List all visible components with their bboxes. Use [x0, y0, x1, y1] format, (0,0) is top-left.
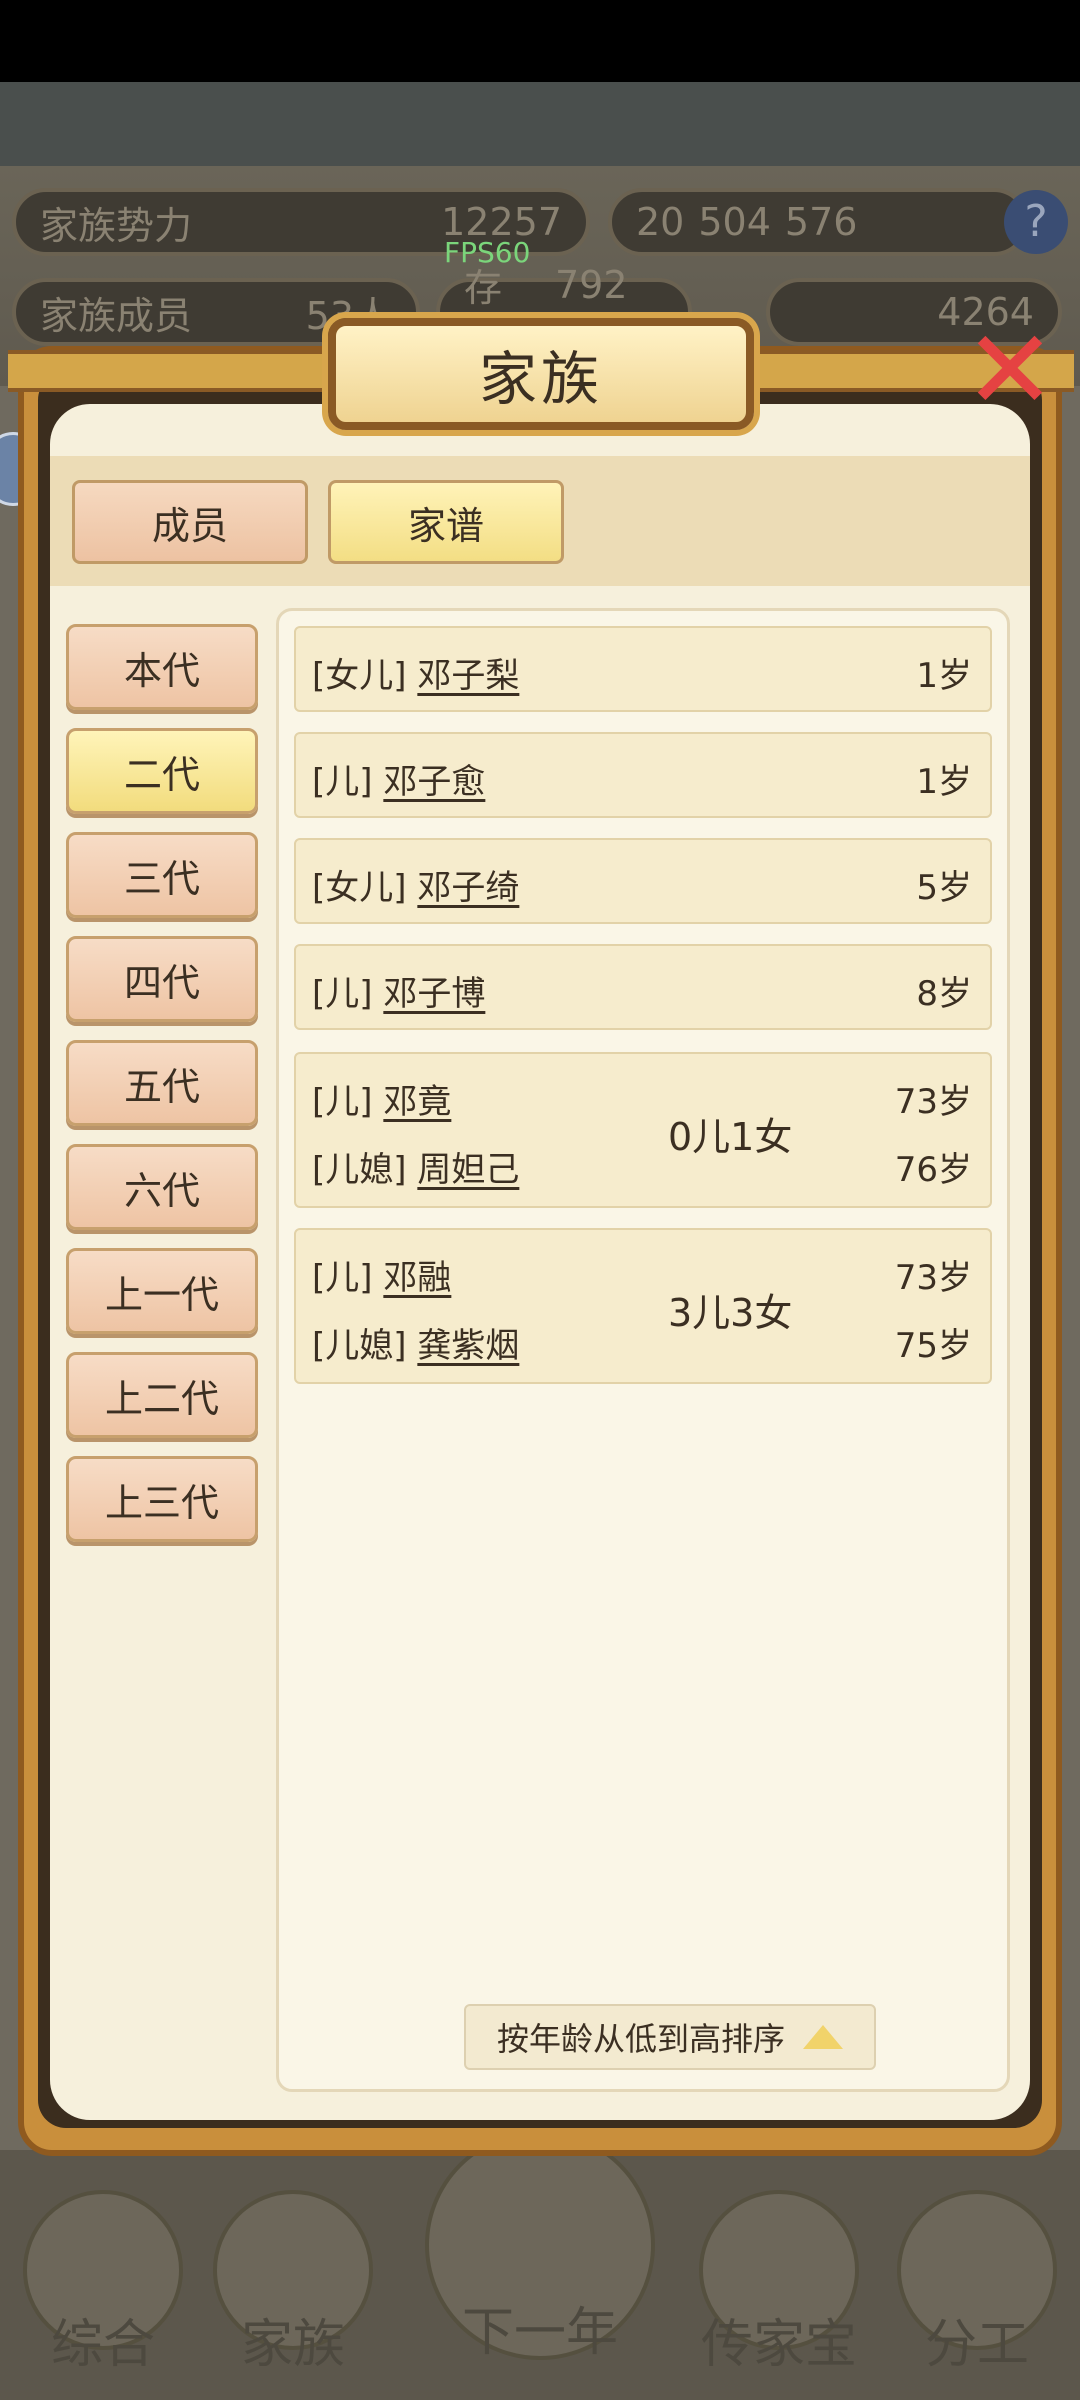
nav-item-division[interactable]: 分工	[892, 2190, 1062, 2380]
nav-item-next-year[interactable]: 下一年	[410, 2130, 670, 2380]
member-name[interactable]: 邓融	[383, 1258, 451, 1298]
member-age: 73岁	[894, 1082, 972, 1122]
nav-item-general[interactable]: 综合	[18, 2190, 188, 2380]
nav-item-heirloom[interactable]: 传家宝	[694, 2190, 864, 2380]
tab-label: 家谱	[407, 503, 484, 548]
children-count: 3儿3女	[668, 1291, 793, 1335]
spouse-relation: [儿媳]	[312, 1150, 407, 1190]
children-count: 0儿1女	[668, 1115, 793, 1159]
member-row[interactable]: [女儿] 邓子绮 5岁	[294, 838, 992, 924]
member-couple-row[interactable]: [儿] 邓竟 73岁 [儿媳] 周妲己 76岁 0儿1女	[294, 1052, 992, 1208]
fps-counter: FPS60	[444, 236, 531, 269]
nav-label: 家族	[240, 2315, 345, 2375]
generation-label: 三代	[123, 856, 200, 901]
member-relation: [儿]	[312, 762, 373, 802]
generation-button-up-1[interactable]: 上一代	[66, 1248, 258, 1334]
sort-label: 按年龄从低到高排序	[496, 2020, 785, 2058]
member-name[interactable]: 邓子愈	[383, 762, 485, 802]
generation-label: 上二代	[104, 1376, 219, 1421]
spouse-relation: [儿媳]	[312, 1326, 407, 1366]
spouse-name[interactable]: 周妲己	[417, 1150, 519, 1190]
member-age: 5岁	[916, 868, 972, 908]
member-row[interactable]: [儿] 邓子愈 1岁	[294, 732, 992, 818]
member-name[interactable]: 邓子博	[383, 974, 485, 1014]
spouse-name[interactable]: 龚紫烟	[417, 1326, 519, 1366]
top-band	[0, 82, 1080, 166]
status-bar	[0, 0, 1080, 82]
member-relation: [儿]	[312, 1082, 373, 1122]
member-relation: [儿]	[312, 974, 373, 1014]
power-label: 家族势力	[40, 203, 193, 248]
member-row[interactable]: [女儿] 邓子梨 1岁	[294, 626, 992, 712]
generation-button-up-2[interactable]: 上二代	[66, 1352, 258, 1438]
close-icon[interactable]: ✕	[950, 310, 1070, 430]
nav-label: 综合	[50, 2315, 155, 2375]
help-icon[interactable]: ?	[1004, 190, 1068, 254]
nav-item-family[interactable]: 家族	[208, 2190, 378, 2380]
members-label: 家族成员	[40, 293, 193, 338]
generation-label: 上一代	[104, 1272, 219, 1317]
generation-label: 四代	[123, 960, 200, 1005]
sort-by-age-button[interactable]: 按年龄从低到高排序	[464, 2004, 876, 2070]
resource-chip: 20 504 576	[608, 188, 1028, 256]
member-name[interactable]: 邓子绮	[417, 868, 519, 908]
triangle-up-icon	[803, 2025, 843, 2049]
generation-button-5[interactable]: 五代	[66, 1040, 258, 1126]
generation-label: 上三代	[104, 1480, 219, 1525]
generation-label: 六代	[123, 1168, 200, 1213]
generation-button-current[interactable]: 本代	[66, 624, 258, 710]
tab-label: 成员	[151, 503, 228, 548]
member-relation: [女儿]	[312, 868, 407, 908]
member-relation: [女儿]	[312, 656, 407, 696]
res1-value: 20	[636, 200, 685, 244]
res2-value: 504	[698, 200, 771, 244]
generation-label: 五代	[123, 1064, 200, 1109]
res3-value: 576	[784, 200, 858, 244]
tab-members[interactable]: 成员	[72, 480, 308, 564]
member-name[interactable]: 邓竟	[383, 1082, 451, 1122]
member-relation: [儿]	[312, 1258, 373, 1298]
member-age: 1岁	[916, 656, 972, 696]
generation-label: 本代	[123, 648, 200, 693]
nav-label: 传家宝	[700, 2315, 857, 2375]
member-name[interactable]: 邓子梨	[417, 656, 519, 696]
generation-button-6[interactable]: 六代	[66, 1144, 258, 1230]
title-ornament-left	[8, 350, 338, 392]
dialog-title: 家族	[328, 318, 754, 430]
member-couple-row[interactable]: [儿] 邓融 73岁 [儿媳] 龚紫烟 75岁 3儿3女	[294, 1228, 992, 1384]
generation-button-4[interactable]: 四代	[66, 936, 258, 1022]
member-age: 73岁	[894, 1258, 972, 1298]
member-age: 1岁	[916, 762, 972, 802]
generation-button-up-3[interactable]: 上三代	[66, 1456, 258, 1542]
spouse-age: 76岁	[894, 1150, 972, 1190]
generation-label: 二代	[123, 752, 200, 797]
generation-button-2[interactable]: 二代	[66, 728, 258, 814]
member-row[interactable]: [儿] 邓子博 8岁	[294, 944, 992, 1030]
tab-family-tree[interactable]: 家谱	[328, 480, 564, 564]
spouse-age: 75岁	[894, 1326, 972, 1366]
member-age: 8岁	[916, 974, 972, 1014]
nav-label: 下一年	[461, 2303, 618, 2363]
nav-label: 分工	[924, 2315, 1029, 2375]
generation-button-3[interactable]: 三代	[66, 832, 258, 918]
